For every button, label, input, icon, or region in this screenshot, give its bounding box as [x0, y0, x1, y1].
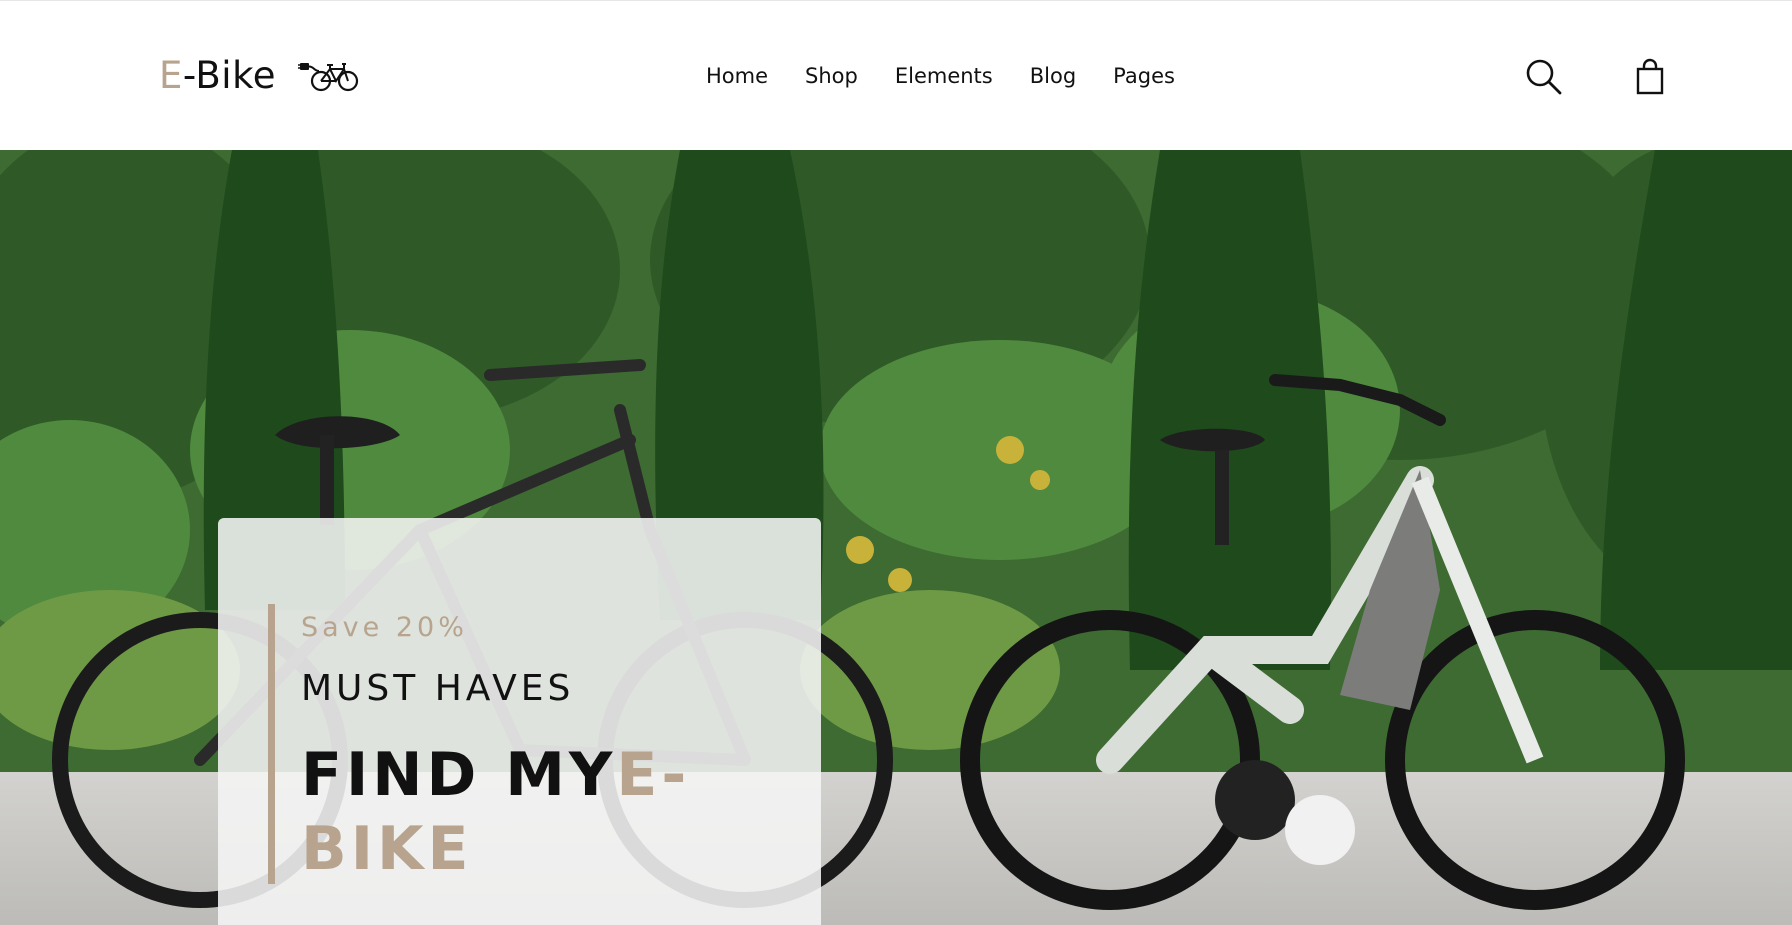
hero-banner: Save 20% MUST HAVES FIND MYE-BIKE	[0, 150, 1792, 925]
promo-save-text: Save 20%	[301, 612, 468, 643]
nav-home[interactable]: Home	[706, 61, 768, 91]
search-icon	[1526, 59, 1562, 95]
cart-button[interactable]	[1632, 57, 1668, 97]
nav-elements[interactable]: Elements	[895, 61, 993, 91]
promo-title-main: FIND MY	[301, 740, 617, 810]
promo-subtitle: MUST HAVES	[301, 668, 575, 709]
nav-pages[interactable]: Pages	[1113, 61, 1175, 91]
logo-text: E-Bike	[159, 57, 276, 94]
logo-text-rest: -Bike	[182, 53, 276, 97]
promo-card: Save 20% MUST HAVES FIND MYE-BIKE	[218, 518, 821, 925]
logo[interactable]: E-Bike	[159, 51, 362, 99]
search-button[interactable]	[1524, 57, 1564, 97]
shopping-bag-icon	[1636, 58, 1664, 95]
electric-bike-plug-icon	[297, 63, 359, 92]
nav-shop[interactable]: Shop	[805, 61, 858, 91]
site-header: E-Bike Home Shop Elements Blog Pages	[0, 0, 1792, 150]
promo-accent-bar	[268, 604, 275, 884]
main-nav: Home Shop Elements Blog Pages	[706, 61, 1175, 91]
nav-blog[interactable]: Blog	[1030, 61, 1076, 91]
logo-text-accent: E	[159, 53, 183, 97]
promo-title: FIND MYE-BIKE	[301, 738, 771, 886]
